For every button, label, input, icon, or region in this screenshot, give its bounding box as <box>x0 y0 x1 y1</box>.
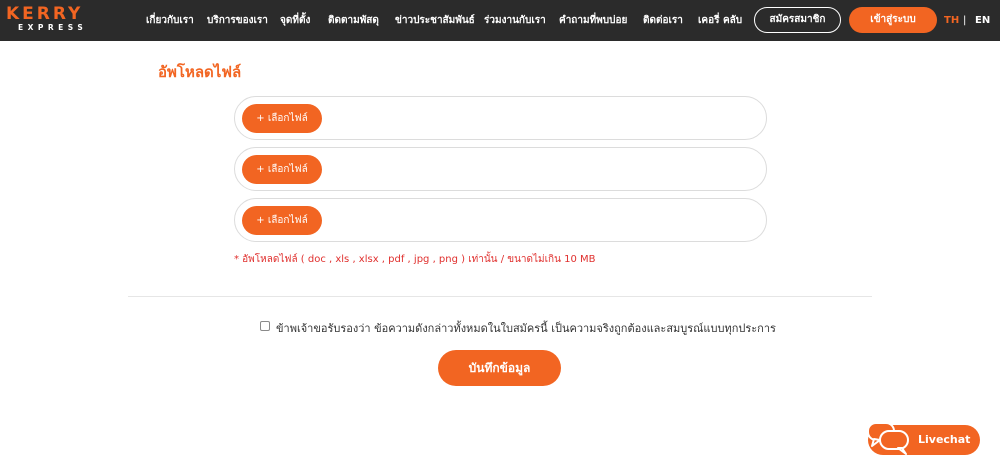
nav-locations[interactable]: จุดที่ตั้ง <box>280 0 310 41</box>
nav-contact-us[interactable]: ติดต่อเรา <box>643 0 683 41</box>
nav-news[interactable]: ข่าวประชาสัมพันธ์ <box>395 0 475 41</box>
register-button[interactable]: สมัครสมาชิก <box>754 7 841 33</box>
nav-our-services[interactable]: บริการของเรา <box>207 0 268 41</box>
kerry-express-logo[interactable]: KERRY EXPRESS <box>6 4 110 36</box>
upload-row-3: + เลือกไฟล์ <box>234 198 767 242</box>
nav-track-parcel[interactable]: ติดตามพัสดุ <box>328 0 379 41</box>
nav-careers[interactable]: ร่วมงานกับเรา <box>484 0 546 41</box>
language-th[interactable]: TH <box>944 0 959 41</box>
logo-wordmark: KERRY <box>6 4 84 24</box>
chat-bubbles-icon <box>867 422 909 455</box>
upload-file-note: * อัพโหลดไฟล์ ( doc , xls , xlsx , pdf ,… <box>234 254 596 265</box>
section-divider <box>128 296 872 297</box>
save-button[interactable]: บันทึกข้อมูล <box>438 350 561 386</box>
page-title: อัพโหลดไฟล์ <box>158 63 242 81</box>
nav-about-us[interactable]: เกี่ยวกับเรา <box>146 0 194 41</box>
upload-row-1: + เลือกไฟล์ <box>234 96 767 140</box>
livechat-label: Livechat <box>918 433 971 446</box>
agree-checkbox[interactable] <box>260 321 270 331</box>
agree-label: ข้าพเจ้าขอรับรองว่า ข้อความดังกล่าวทั้งห… <box>276 322 776 335</box>
livechat-button[interactable]: Livechat <box>867 422 980 455</box>
nav-faq[interactable]: คำถามที่พบบ่อย <box>559 0 627 41</box>
nav-kerry-club[interactable]: เคอรี่ คลับ <box>698 0 742 41</box>
login-button[interactable]: เข้าสู่ระบบ <box>849 7 937 33</box>
language-en[interactable]: EN <box>975 0 990 41</box>
choose-file-button-3[interactable]: + เลือกไฟล์ <box>242 206 322 235</box>
logo-subtitle: EXPRESS <box>18 23 88 32</box>
language-separator: | <box>963 15 967 26</box>
choose-file-button-1[interactable]: + เลือกไฟล์ <box>242 104 322 133</box>
choose-file-button-2[interactable]: + เลือกไฟล์ <box>242 155 322 184</box>
upload-row-2: + เลือกไฟล์ <box>234 147 767 191</box>
top-navigation-bar: KERRY EXPRESS เกี่ยวกับเรา บริการของเรา … <box>0 0 1000 41</box>
